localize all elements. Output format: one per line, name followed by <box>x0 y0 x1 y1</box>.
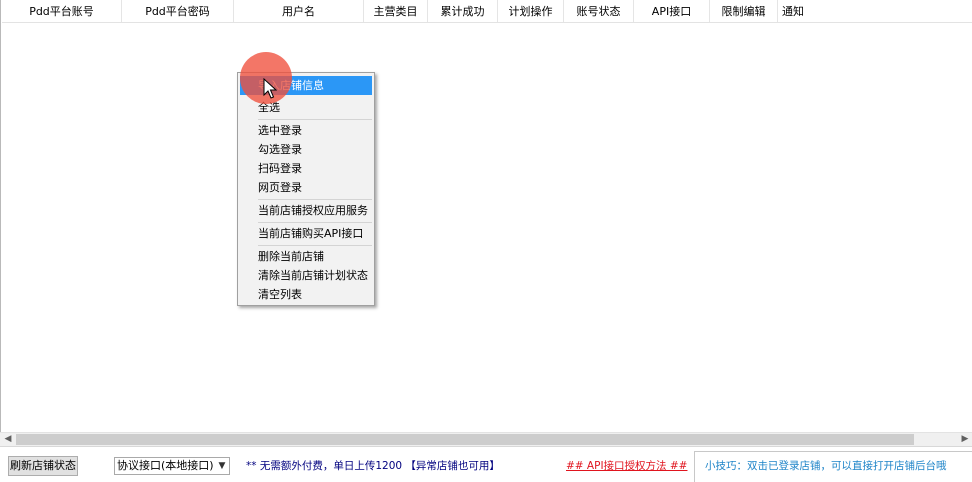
column-header-edit-limit[interactable]: 限制编辑 <box>710 0 778 22</box>
column-header-api[interactable]: API接口 <box>634 0 710 22</box>
protocol-select[interactable]: 协议接口(本地接口) ▼ <box>114 457 230 475</box>
tip-panel: 小技巧：双击已登录店铺，可以直接打开店铺后台哦 <box>694 451 972 482</box>
menu-separator <box>258 222 372 223</box>
table-header: Pdd平台账号 Pdd平台密码 用户名 主营类目 累计成功 计划操作 账号状态 … <box>2 0 972 23</box>
column-header-pdd-account[interactable]: Pdd平台账号 <box>2 0 122 22</box>
tip-text: 小技巧：双击已登录店铺，可以直接打开店铺后台哦 <box>705 460 947 472</box>
protocol-select-value: 协议接口(本地接口) <box>117 459 214 472</box>
api-auth-method-link[interactable]: ## API接口授权方法 ## <box>566 457 687 475</box>
menu-item-delete-store[interactable]: 删除当前店铺 <box>240 247 372 266</box>
mouse-pointer-icon <box>263 78 277 99</box>
refresh-store-status-button[interactable]: 刷新店铺状态 <box>8 456 78 476</box>
horizontal-scrollbar[interactable]: ◀ ▶ <box>0 432 972 446</box>
menu-item-login-selected[interactable]: 选中登录 <box>240 121 372 140</box>
store-list-view[interactable]: Pdd平台账号 Pdd平台密码 用户名 主营类目 累计成功 计划操作 账号状态 … <box>0 0 972 432</box>
menu-item-login-checked[interactable]: 勾选登录 <box>240 140 372 159</box>
menu-separator <box>258 199 372 200</box>
column-header-notify[interactable]: 通知 <box>778 0 808 22</box>
upload-info-text: ** 无需额外付费，单日上传1200 【异常店铺也可用】 <box>246 460 500 472</box>
menu-item-authorize-app-service[interactable]: 当前店铺授权应用服务 <box>240 201 372 220</box>
menu-item-clear-list[interactable]: 清空列表 <box>240 285 372 304</box>
column-header-pdd-password[interactable]: Pdd平台密码 <box>122 0 234 22</box>
chevron-left-icon[interactable]: ◀ <box>1 433 15 446</box>
column-header-username[interactable]: 用户名 <box>234 0 364 22</box>
bottom-toolbar: 刷新店铺状态 协议接口(本地接口) ▼ ** 无需额外付费，单日上传1200 【… <box>0 446 972 482</box>
menu-separator <box>258 245 372 246</box>
column-header-account-status[interactable]: 账号状态 <box>564 0 634 22</box>
context-menu: 导入店铺信息 全选 选中登录 勾选登录 扫码登录 网页登录 当前店铺授权应用服务… <box>237 72 375 306</box>
column-header-main-category[interactable]: 主营类目 <box>364 0 428 22</box>
menu-item-clear-plan-status[interactable]: 清除当前店铺计划状态 <box>240 266 372 285</box>
scrollbar-thumb[interactable] <box>16 434 914 445</box>
chevron-down-icon[interactable]: ▼ <box>215 458 229 474</box>
menu-separator <box>258 119 372 120</box>
menu-item-web-login[interactable]: 网页登录 <box>240 178 372 197</box>
menu-item-buy-api[interactable]: 当前店铺购买API接口 <box>240 224 372 243</box>
menu-item-qr-login[interactable]: 扫码登录 <box>240 159 372 178</box>
column-header-total-success[interactable]: 累计成功 <box>428 0 498 22</box>
column-header-plan-operation[interactable]: 计划操作 <box>498 0 564 22</box>
chevron-right-icon[interactable]: ▶ <box>958 433 972 446</box>
